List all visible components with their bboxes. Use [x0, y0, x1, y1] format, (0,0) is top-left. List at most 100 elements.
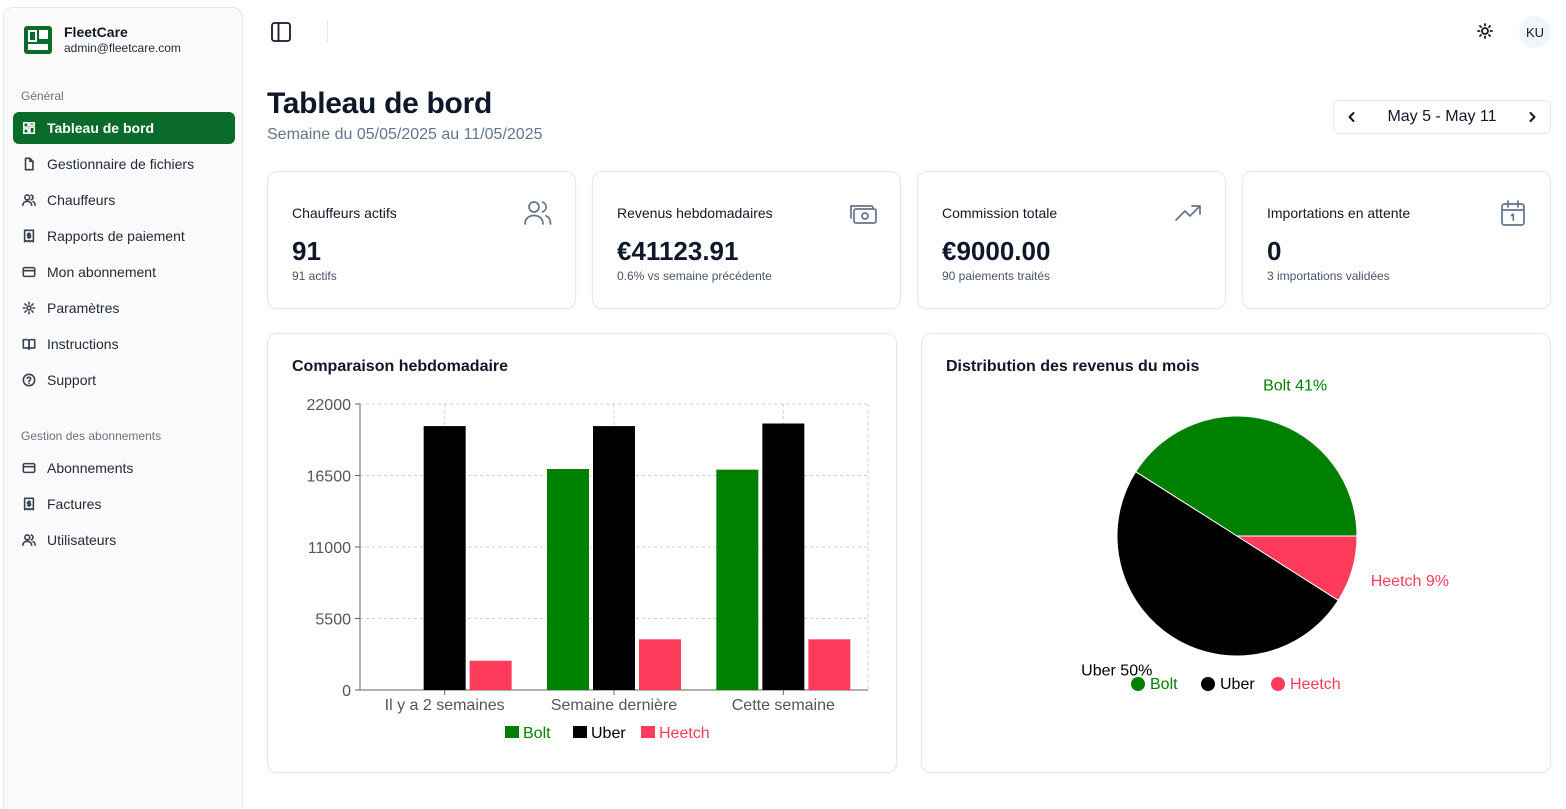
sidebar-item-tableau-de-bord[interactable]: Tableau de bord: [13, 112, 235, 144]
bar-heetch-il-y-a-2-semaines: [469, 660, 512, 690]
legend-swatch-uber: [1201, 677, 1215, 691]
sidebar-item-label: Support: [47, 372, 97, 388]
y-tick-label: 22000: [307, 397, 352, 414]
sidebar-item-instructions[interactable]: Instructions: [13, 328, 235, 360]
sidebar-item-label: Mon abonnement: [47, 264, 156, 280]
sidebar-item-support[interactable]: Support: [13, 364, 235, 396]
kpi-card-total-commission: Commission totale €9000.00 90 paiements …: [917, 171, 1226, 309]
cash-icon: [848, 198, 878, 228]
sidebar-item-chauffeurs[interactable]: Chauffeurs: [13, 184, 235, 216]
kpi-subtext: 91 actifs: [292, 269, 337, 283]
pie-label-uber: Uber 50%: [1081, 662, 1152, 679]
bar-heetch-cette-semaine: [808, 639, 851, 690]
legend-swatch-bolt: [1131, 677, 1145, 691]
fleetcare-logo-icon: [24, 26, 52, 54]
kpi-title: Commission totale: [942, 205, 1058, 221]
brand[interactable]: FleetCare admin@fleetcare.com: [24, 24, 181, 56]
bar-uber-semaine-derniere: [593, 426, 635, 690]
kpi-title: Importations en attente: [1267, 205, 1411, 221]
user-email: admin@fleetcare.com: [64, 41, 181, 55]
nav-group-label-subscriptions: Gestion des abonnements: [21, 429, 162, 443]
receipt-icon: [21, 496, 37, 512]
credit-card-icon: [21, 264, 37, 280]
date-range-picker: May 5 - May 11: [1333, 100, 1551, 134]
next-week-button[interactable]: [1524, 109, 1540, 125]
x-tick-label: Il y a 2 semaines: [385, 697, 505, 714]
sidebar-item-label: Instructions: [47, 336, 119, 352]
kpi-card-pending-imports: Importations en attente 0 3 importations…: [1242, 171, 1551, 309]
legend-label-uber: Uber: [591, 725, 626, 742]
legend-label-bolt: Bolt: [1150, 676, 1178, 693]
kpi-subtext: 90 paiements traités: [942, 269, 1051, 283]
sidebar-item-label: Utilisateurs: [47, 532, 117, 548]
sidebar-item-mon-abonnement[interactable]: Mon abonnement: [13, 256, 235, 288]
legend-label-heetch: Heetch: [1290, 676, 1341, 693]
sidebar-item-rapports-de-paiement[interactable]: Rapports de paiement: [13, 220, 235, 252]
sidebar-item-abonnements[interactable]: Abonnements: [13, 452, 235, 484]
kpi-subtext: 3 importations validées: [1267, 269, 1390, 283]
revenue-distribution-card: Distribution des revenus du mois Bolt 41…: [921, 333, 1551, 773]
sidebar-toggle-button[interactable]: [268, 19, 294, 45]
legend-swatch-uber: [573, 726, 587, 738]
kpi-title: Revenus hebdomadaires: [617, 205, 773, 221]
page-title: Tableau de bord: [267, 87, 492, 120]
nav-group-label-general: Général: [21, 89, 64, 103]
trending-up-icon: [1173, 198, 1203, 228]
x-tick-label: Cette semaine: [732, 697, 835, 714]
sidebar-item-label: Factures: [47, 496, 102, 512]
sidebar-item-parametres[interactable]: Paramètres: [13, 292, 235, 324]
previous-week-button[interactable]: [1344, 109, 1360, 125]
y-tick-label: 16500: [307, 469, 352, 486]
sidebar-item-label: Gestionnaire de fichiers: [47, 156, 195, 172]
receipt-icon: [21, 228, 37, 244]
chevron-right-icon: [1529, 112, 1536, 122]
bar-bolt-cette-semaine: [716, 469, 759, 690]
calendar-icon: [1498, 198, 1528, 228]
y-tick-label: 0: [342, 683, 351, 700]
page-subtitle: Semaine du 05/05/2025 au 11/05/2025: [267, 126, 543, 143]
credit-card-icon: [21, 460, 37, 476]
sidebar-item-factures[interactable]: Factures: [13, 488, 235, 520]
chevron-left-icon: [1348, 112, 1355, 122]
legend-label-bolt: Bolt: [523, 725, 551, 742]
kpi-card-weekly-revenue: Revenus hebdomadaires €41123.91 0.6% vs …: [592, 171, 901, 309]
x-tick-label: Semaine dernière: [551, 697, 677, 714]
book-icon: [21, 336, 37, 352]
legend-swatch-heetch: [641, 726, 655, 738]
kpi-card-active-drivers: Chauffeurs actifs 91 91 actifs: [267, 171, 576, 309]
bar-heetch-semaine-derniere: [639, 639, 681, 690]
sidebar: FleetCare admin@fleetcare.com Général Ta…: [3, 7, 243, 809]
sidebar-item-label: Paramètres: [47, 300, 120, 316]
sidebar-item-label: Chauffeurs: [47, 192, 116, 208]
sun-icon: [1477, 23, 1493, 39]
avatar[interactable]: KU: [1519, 16, 1551, 48]
sidebar-item-utilisateurs[interactable]: Utilisateurs: [13, 524, 235, 556]
legend-swatch-bolt: [505, 726, 519, 738]
pie-label-bolt: Bolt 41%: [1263, 377, 1327, 394]
kpi-subtext: 0.6% vs semaine précédente: [617, 269, 772, 283]
users-icon: [523, 198, 553, 228]
kpi-value: 91: [292, 236, 321, 266]
weekly-comparison-card: Comparaison hebdomadaire 0 5500 11000 16500…: [267, 333, 897, 773]
pie-chart: Bolt 41% Uber 50% Heetch 9% Bolt Uber Heetch: [1081, 377, 1449, 693]
legend-swatch-heetch: [1271, 677, 1285, 691]
theme-toggle-button[interactable]: [1474, 20, 1496, 42]
kpi-value: €9000.00: [942, 236, 1051, 266]
sidebar-toggle-icon: [271, 22, 291, 42]
date-range-label[interactable]: May 5 - May 11: [1387, 108, 1496, 126]
sidebar-item-label: Abonnements: [47, 460, 134, 476]
legend-label-uber: Uber: [1220, 676, 1255, 693]
pie-label-heetch: Heetch 9%: [1371, 573, 1449, 590]
users-icon: [21, 532, 37, 548]
help-circle-icon: [21, 372, 37, 388]
bar-uber-cette-semaine: [762, 423, 805, 690]
users-icon: [21, 192, 37, 208]
sidebar-item-label: Tableau de bord: [47, 120, 155, 136]
kpi-value: 0: [1267, 236, 1282, 266]
sidebar-item-gestionnaire-de-fichiers[interactable]: Gestionnaire de fichiers: [13, 148, 235, 180]
y-tick-label: 11000: [308, 540, 351, 557]
kpi-title: Chauffeurs actifs: [292, 205, 397, 221]
app-name: FleetCare: [64, 24, 128, 40]
y-tick-label: 5500: [315, 612, 351, 629]
nav-subscriptions: Abonnements Factures Utilisateurs: [13, 452, 235, 560]
